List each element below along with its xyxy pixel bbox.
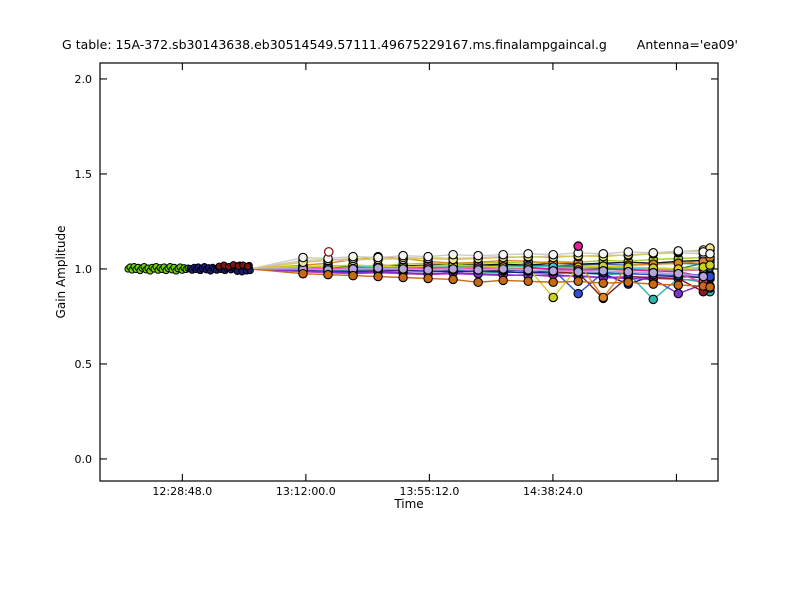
marker-white2-open [348, 251, 358, 262]
marker-lavender [698, 271, 709, 282]
marker-darkorange [548, 277, 558, 288]
marker-lavender [448, 264, 458, 274]
marker-white2-open [598, 249, 608, 259]
y-tick-label: 0.5 [75, 358, 93, 371]
marker-darkorange [573, 276, 583, 287]
marker-yellow [548, 292, 558, 303]
marker-lavender [673, 268, 684, 279]
marker-darkorange [598, 278, 608, 288]
marker-purple [673, 288, 684, 299]
marker-darkorange [673, 280, 684, 290]
x-tick-label: 14:38:24.0 [523, 485, 583, 498]
y-tick-label: 2.0 [75, 73, 93, 86]
marker-darkorange [373, 271, 383, 282]
marker-lavender [398, 264, 408, 274]
marker-orange [598, 292, 608, 303]
marker-lavender [423, 265, 433, 275]
marker-white2-open [705, 249, 715, 259]
marker-darkorange [705, 282, 715, 292]
marker-royalblue [573, 288, 583, 299]
marker-white2-open [398, 250, 408, 261]
figure: G table: 15A-372.sb30143638.eb30514549.5… [0, 0, 800, 600]
marker-lavender [473, 265, 483, 275]
marker-darkorange [298, 268, 308, 279]
y-tick-label: 0.0 [75, 453, 93, 466]
marker-teal [648, 294, 659, 305]
marker-darkorange [523, 276, 533, 287]
marker-white2-open [423, 251, 433, 262]
marker-white2-open [373, 252, 383, 263]
plot-canvas: 12:28:48.0 13:12:00.0 13:55:12.0 14:38:24.0… [75, 62, 719, 498]
marker-lavender [523, 265, 533, 275]
marker-darkorange [348, 270, 358, 281]
marker-lavender [598, 266, 608, 276]
marker-lavender [623, 267, 634, 277]
marker-darkorange [448, 274, 458, 285]
y-tick-label: 1.5 [75, 168, 93, 181]
marker-white2-open [448, 249, 458, 260]
marker-white2-open [648, 248, 659, 258]
y-tick-label: 1.0 [75, 263, 93, 276]
marker-darkorange [498, 275, 508, 286]
marker-white2-open [548, 249, 558, 260]
marker-yellow [705, 260, 715, 270]
marker-lavender [648, 268, 659, 278]
marker-darkorange [473, 277, 483, 288]
marker-lavender [548, 266, 558, 276]
dense-segments [124, 261, 254, 276]
marker-white2-open [298, 252, 308, 263]
marker-white2-open [473, 250, 483, 261]
tick-labels: 12:28:48.0 13:12:00.0 13:55:12.0 14:38:24.0… [75, 73, 583, 498]
marker-white2-open [623, 247, 634, 257]
marker-white2-open [673, 246, 684, 256]
marker-darkorange [398, 272, 408, 283]
marker-darkorange [623, 277, 634, 288]
marker-lavender [573, 267, 583, 277]
marker-lavender [498, 264, 508, 274]
marker-darkorange [423, 273, 433, 284]
marker-white2-open [523, 249, 533, 259]
marker-darkorange [323, 269, 333, 280]
x-tick-label: 13:12:00.0 [276, 485, 336, 498]
outlier-marker [573, 241, 584, 252]
marker-lavender [373, 263, 383, 273]
outlier-marker [323, 247, 334, 257]
x-tick-label: 13:55:12.0 [399, 485, 459, 498]
marker-darkorange [648, 279, 659, 289]
marker-white2-open [498, 249, 508, 260]
segment-marker-scan2-darkred [244, 262, 252, 271]
x-tick-label: 12:28:48.0 [152, 485, 212, 498]
